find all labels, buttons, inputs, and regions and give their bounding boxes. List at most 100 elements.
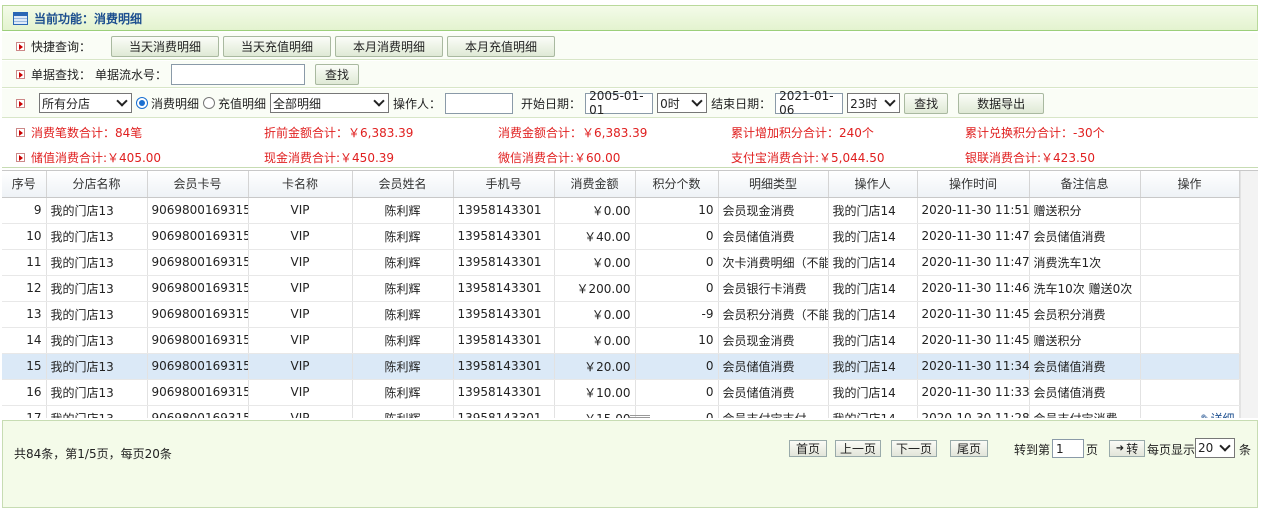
start-hour-select[interactable]: 0时 [657,93,708,113]
col-header[interactable]: 卡名称 [248,171,353,198]
goto-page-input[interactable]: 1 [1052,439,1084,458]
table-row[interactable]: 17我的门店1390698001693151VIP陈利辉13958143301￥… [2,405,1240,419]
col-header[interactable]: 备注信息 [1029,171,1141,198]
cell-action [1140,379,1240,406]
cell-points: 0 [635,379,719,406]
cell-card-name: VIP [248,405,353,418]
cell-phone: 13958143301 [453,405,555,418]
cell-store: 我的门店13 [46,405,148,418]
consume-detail-radio[interactable] [136,97,148,109]
col-header[interactable]: 会员卡号 [147,171,249,198]
arrow-right-icon: ➜ [1115,443,1125,454]
cell-time: 2020-10-30 11:28:51 [917,405,1030,418]
single-search-button[interactable]: 查找 [315,63,360,85]
quick-query-label: 快捷查询： [31,39,92,54]
today-recharge-button[interactable]: 当天充值明细 [223,35,332,57]
table-row[interactable]: 12 我的门店13 90698001693151 VIP 陈利辉 13958143301 ￥… [2,275,1240,302]
col-header[interactable]: 操作时间 [917,171,1030,198]
filter-search-button[interactable]: 查找 [904,92,949,114]
cell-index: 16 [2,379,47,406]
table-row[interactable]: 13 我的门店13 90698001693151 VIP 陈利辉 13958143301 ￥… [2,301,1240,328]
month-consume-button[interactable]: 本月消费明细 [335,35,444,57]
col-header[interactable]: 会员姓名 [352,171,454,198]
col-header[interactable]: 手机号 [453,171,555,198]
serial-number-input[interactable] [171,63,306,85]
export-button[interactable]: 数据导出 [958,92,1045,114]
page-title: 当前功能：消费明细 [34,11,143,26]
first-page-button[interactable]: 首页 [789,440,827,457]
cell-detail-type: 会员现金消费 [718,327,829,354]
vertical-scrollbar[interactable] [1240,171,1258,418]
table-icon [13,11,28,25]
stat-consume-count: 消费笔数合计：84笔 [31,126,143,140]
cell-remark: 会员支付宝消费 [1029,405,1141,418]
page-header: 当前功能：消费明细 [2,5,1258,31]
cell-amount: ￥20.00 [554,353,636,380]
cell-member-name: 陈利辉 [352,197,454,224]
start-date-label: 开始日期： [521,96,582,111]
table-row[interactable]: 16 我的门店13 90698001693151 VIP 陈利辉 13958143301 ￥… [2,379,1240,406]
cell-member-name: 陈利辉 [352,223,454,250]
stat-pre-discount: 折前金额合计：￥6,383.39 [264,126,414,140]
per-page-select[interactable]: 20 [1195,438,1235,458]
col-header[interactable]: 操作 [1140,171,1240,198]
detail-type-select[interactable]: 全部明细 [270,93,390,113]
end-hour-select[interactable]: 23时 [847,93,901,113]
col-header[interactable]: 积分个数 [635,171,719,198]
cell-time: 2020-11-30 11:51:20 [917,197,1030,224]
col-header[interactable]: 明细类型 [718,171,829,198]
next-page-button[interactable]: 下一页 [891,440,937,457]
today-consume-button[interactable]: 当天消费明细 [111,35,220,57]
recharge-detail-label: 充值明细 [218,96,267,111]
cell-remark: 会员储值消费 [1029,379,1141,406]
cell-remark: 会员储值消费 [1029,223,1141,250]
cell-card-name: VIP [248,327,353,354]
store-select[interactable]: 所有分店 [39,93,132,113]
month-recharge-button[interactable]: 本月充值明细 [447,35,556,57]
cell-index: 9 [2,197,47,224]
cell-index: 17 [2,405,47,418]
cell-remark: 洗车10次 赠送0次 [1029,275,1141,302]
prev-page-button[interactable]: 上一页 [835,440,881,457]
cell-detail-type: 会员积分消费（不能 [718,301,829,328]
table-row[interactable]: 15 我的门店13 90698001693151 VIP 陈利辉 13958143301 ￥… [2,353,1240,380]
cell-card-no: 90698001693151 [147,405,249,418]
cell-card-name: VIP [248,197,353,224]
cell-card-name: VIP [248,223,353,250]
cell-index: 10 [2,223,47,250]
table-row[interactable]: 10 我的门店13 90698001693151 VIP 陈利辉 13958143301 ￥… [2,223,1240,250]
arrow-icon [16,98,25,108]
end-date-input[interactable]: 2021-01-06 [775,89,844,117]
cell-detail-type: 会员现金消费 [718,197,829,224]
cell-points: 10 [635,197,719,224]
operator-input[interactable] [445,92,514,114]
table-row[interactable]: 14 我的门店13 90698001693151 VIP 陈利辉 13958143301 ￥… [2,327,1240,354]
chevron-down-icon [116,95,128,107]
table-row[interactable]: 9 我的门店13 90698001693151 VIP 陈利辉 13958143301 ￥0… [2,197,1240,224]
col-header[interactable]: 消费金额 [554,171,636,198]
cell-phone: 13958143301 [453,327,555,354]
go-button[interactable]: ➜ 转 [1109,440,1145,457]
goto-label: 转到第 [1014,443,1051,457]
table-row[interactable]: 11 我的门店13 90698001693151 VIP 陈利辉 13958143301 ￥… [2,249,1240,276]
cell-card-no: 90698001693151 [147,379,249,406]
col-header[interactable]: 分店名称 [46,171,148,198]
last-page-button[interactable]: 尾页 [950,440,988,457]
cell-amount: ￥0.00 [554,301,636,328]
operator-label: 操作人： [393,96,442,111]
cell-action[interactable]: ✎详细 [1140,405,1240,419]
cell-card-no: 90698001693151 [147,301,249,328]
cell-member-name: 陈利辉 [352,327,454,354]
detail-link[interactable]: 详细 [1210,412,1234,419]
quick-query-row: 快捷查询： 当天消费明细 当天充值明细 本月消费明细 本月充值明细 [2,33,1258,60]
cell-amount: ￥0.00 [554,249,636,276]
col-header[interactable]: 序号 [2,171,47,198]
cell-action [1140,197,1240,224]
col-header[interactable]: 操作人 [828,171,918,198]
recharge-detail-radio[interactable] [203,97,216,109]
end-date-label: 结束日期： [711,96,772,111]
arrow-icon [16,69,25,79]
resize-handle[interactable] [630,415,650,418]
cell-operator: 我的门店14 [828,379,918,406]
start-date-input[interactable]: 2005-01-01 [585,89,654,117]
